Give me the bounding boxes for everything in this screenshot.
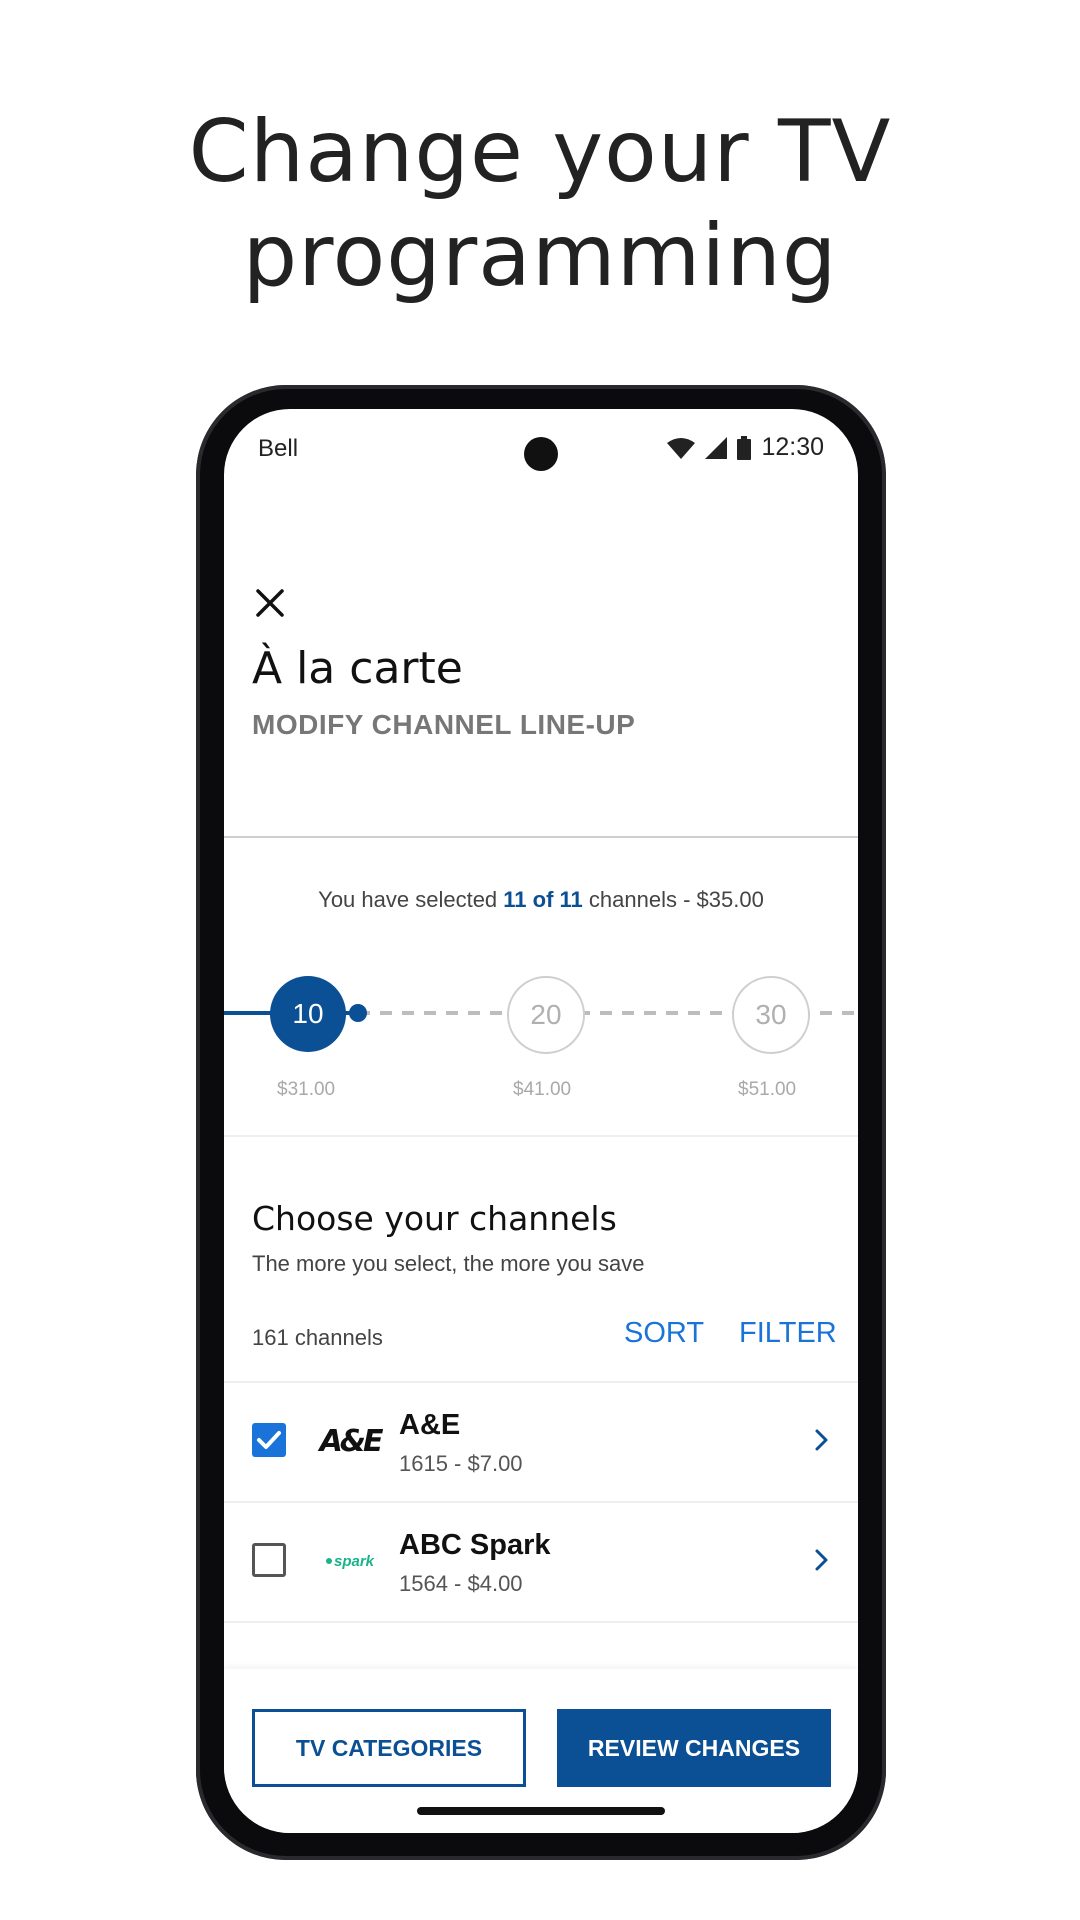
checkmark-icon bbox=[257, 1431, 281, 1449]
tier-30-price: $51.00 bbox=[738, 1079, 797, 1100]
page-subtitle: MODIFY CHANNEL LINE-UP bbox=[252, 709, 636, 740]
headline-line-2: programming bbox=[242, 206, 838, 306]
status-bar: Bell 12:30 bbox=[224, 409, 858, 489]
tier-10-price: $31.00 bbox=[277, 1079, 336, 1100]
chevron-right-icon bbox=[815, 1429, 828, 1451]
tier-30[interactable]: 30 bbox=[732, 976, 810, 1054]
ae-logo: A&E bbox=[319, 1423, 384, 1459]
status-icons: 12:30 bbox=[667, 433, 824, 462]
channel-row-abc-spark[interactable]: spark ABC Spark 1564 - $4.00 bbox=[224, 1501, 858, 1621]
signal-icon bbox=[705, 436, 728, 459]
chevron-right-icon bbox=[815, 1549, 828, 1571]
tier-30-count: 30 bbox=[755, 999, 787, 1030]
page-title: À la carte bbox=[252, 643, 463, 694]
selection-count: 11 of 11 bbox=[503, 887, 583, 912]
selection-prefix: You have selected bbox=[318, 887, 504, 912]
channels-subtitle: The more you select, the more you save bbox=[252, 1251, 645, 1276]
channels-title: Choose your channels bbox=[252, 1199, 617, 1238]
home-indicator[interactable] bbox=[417, 1807, 665, 1815]
channel-name: A&E bbox=[399, 1409, 461, 1441]
wifi-icon bbox=[667, 437, 696, 459]
tier-20-count: 20 bbox=[530, 999, 562, 1030]
tv-categories-button[interactable]: TV CATEGORIES bbox=[252, 1709, 526, 1787]
spark-dot-icon bbox=[325, 1558, 332, 1564]
tier-10-count: 10 bbox=[292, 998, 324, 1029]
phone-screen: Bell 12:30 À la carte MODIFY CHANNEL LIN… bbox=[224, 409, 858, 1833]
close-icon[interactable] bbox=[252, 585, 288, 621]
review-changes-button[interactable]: REVIEW CHANGES bbox=[557, 1709, 831, 1787]
channel-count: 161 channels bbox=[252, 1325, 383, 1350]
progress-marker bbox=[349, 1004, 367, 1022]
channel-checkbox-checked[interactable] bbox=[252, 1423, 286, 1457]
abc-spark-logo: spark bbox=[320, 1539, 380, 1583]
carrier-label: Bell bbox=[258, 435, 299, 462]
channel-detail: 1564 - $4.00 bbox=[399, 1571, 523, 1596]
tier-20[interactable]: 20 bbox=[507, 976, 585, 1054]
selection-suffix: channels - $35.00 bbox=[582, 887, 764, 912]
channel-row-ae[interactable]: A&E A&E 1615 - $7.00 bbox=[224, 1381, 858, 1501]
channel-name: ABC Spark bbox=[399, 1529, 551, 1561]
channel-checkbox-unchecked[interactable] bbox=[252, 1543, 286, 1577]
front-camera bbox=[524, 437, 558, 471]
section-divider bbox=[224, 1135, 858, 1137]
tier-20-price: $41.00 bbox=[513, 1079, 572, 1100]
headline-line-1: Change your TV bbox=[188, 102, 892, 202]
promo-headline: Change your TV programming bbox=[0, 100, 1080, 308]
selection-summary: You have selected 11 of 11 channels - $3… bbox=[224, 887, 858, 913]
phone-frame: Bell 12:30 À la carte MODIFY CHANNEL LIN… bbox=[196, 385, 886, 1860]
battery-icon bbox=[737, 435, 752, 460]
channel-list: A&E A&E 1615 - $7.00 spark ABC Spark 156… bbox=[224, 1381, 858, 1683]
clock: 12:30 bbox=[761, 433, 824, 461]
tier-10[interactable]: 10 bbox=[270, 976, 346, 1052]
sort-button[interactable]: SORT bbox=[624, 1317, 704, 1350]
channel-detail: 1615 - $7.00 bbox=[399, 1451, 523, 1476]
tier-progress: 10 $31.00 20 $41.00 30 $51.00 bbox=[224, 969, 858, 1100]
header-divider bbox=[224, 836, 858, 838]
filter-button[interactable]: FILTER bbox=[739, 1317, 837, 1350]
